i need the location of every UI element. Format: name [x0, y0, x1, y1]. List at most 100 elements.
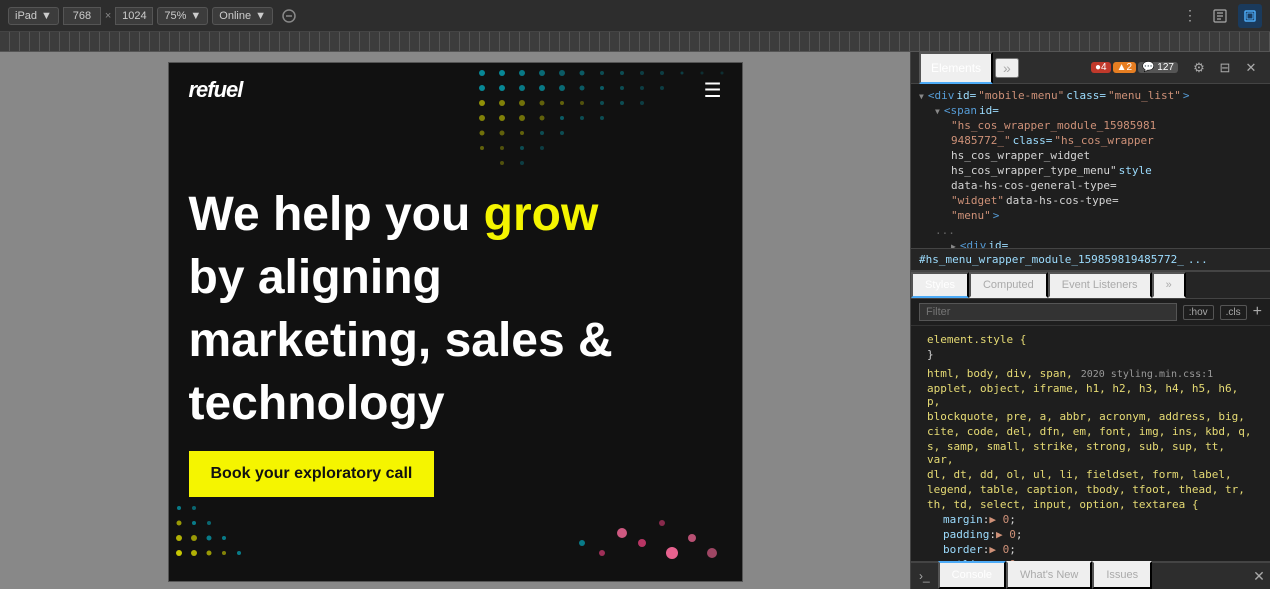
tab-computed[interactable]: Computed [969, 272, 1048, 298]
dom-attr-val: "mobile-menu" [978, 89, 1064, 102]
site-logo: refuel [189, 77, 243, 103]
breadcrumb-separator: ... [1188, 253, 1208, 266]
dom-menu-val: "menu" [951, 209, 991, 222]
device-frame: refuel ☰ We help you grow by aligning ma… [168, 62, 743, 582]
dom-line-1[interactable]: <div id="mobile-menu" class="menu_list" … [911, 88, 1270, 103]
expand-arrow[interactable] [935, 107, 940, 117]
dock-side-button[interactable]: ⊟ [1214, 57, 1236, 79]
styles-filter-row: :hov .cls + [911, 299, 1270, 326]
no-throttle-icon[interactable] [277, 4, 301, 28]
heading-text-4: technology [189, 377, 445, 430]
width-input[interactable] [63, 7, 101, 25]
dom-tag-close: > [1183, 89, 1190, 102]
dom-attr-val-id: "hs_cos_wrapper_module_15985981 [951, 119, 1156, 132]
devtools-tab-bar: Elements » ●4 ▲2 💬 127 ⚙ ⊟ ✕ [911, 52, 1270, 84]
dom-close-bracket: > [993, 209, 1000, 222]
heading-text-2: by aligning [189, 251, 442, 304]
chevron-down-icon: ▼ [41, 10, 52, 22]
preview-panel: refuel ☰ We help you grow by aligning ma… [0, 52, 910, 589]
dom-class-cont2: hs_cos_wrapper_type_menu" [951, 164, 1117, 177]
dom-class-attr: class= [1013, 134, 1053, 147]
settings-icon-button[interactable]: ⚙ [1188, 57, 1210, 79]
dom-line-6[interactable]: hs_cos_wrapper_type_menu" style [911, 163, 1270, 178]
reset-selector-5: s, samp, small, strike, strong, sub, sup… [927, 440, 1254, 466]
tab-styles[interactable]: Styles [911, 272, 969, 298]
style-line-selector-element: element.style { [919, 332, 1262, 347]
dom-line-9[interactable]: "menu"> [911, 208, 1270, 223]
val-border: ▶ 0 [989, 543, 1009, 556]
colon-2: : [989, 528, 996, 541]
expand-arrow[interactable] [919, 92, 924, 102]
heading-text-3: marketing, sales & [189, 314, 613, 367]
hero-section: refuel ☰ We help you grow by aligning ma… [169, 63, 742, 582]
more-tabs-button[interactable]: » [995, 58, 1019, 78]
add-style-button[interactable]: + [1253, 303, 1262, 321]
toolbar-right: ⋮ [1178, 4, 1262, 28]
dom-tag: <div [928, 89, 955, 102]
style-line-reset5: s, samp, small, strike, strong, sub, sup… [919, 439, 1262, 467]
tab-console[interactable]: Console [938, 561, 1006, 589]
hamburger-menu[interactable]: ☰ [704, 78, 722, 103]
device-selector[interactable]: iPad ▼ [8, 7, 59, 25]
dom-attr2: class= [1066, 89, 1106, 102]
reset-selector-text: html, body, div, span, [927, 367, 1073, 380]
dom-attr-val2: "menu_list" [1108, 89, 1181, 102]
devtools-bottom-bar: ›_ Console What's New Issues ✕ [911, 561, 1270, 589]
style-source-link[interactable]: 2020 styling.min.css:1 [1081, 369, 1213, 380]
breadcrumb-selector[interactable]: #hs_menu_wrapper_module_159859819485772_ [919, 253, 1184, 266]
dom-widget-val: "widget" [951, 194, 1004, 207]
dom-line-2[interactable]: <span id= [911, 103, 1270, 118]
dom-line-5[interactable]: hs_cos_wrapper_widget [911, 148, 1270, 163]
more-options-button[interactable]: ⋮ [1178, 4, 1202, 28]
heading-highlight: grow [484, 188, 599, 241]
error-badge: ●4 [1091, 62, 1111, 73]
prop-padding: padding [943, 528, 989, 541]
style-prop-margin: margin : ▶ 0 ; [919, 512, 1262, 527]
device-label: iPad [15, 10, 37, 22]
tab-elements[interactable]: Elements [919, 52, 993, 84]
close-devtools-button[interactable]: ✕ [1240, 57, 1262, 79]
inspect-element-button[interactable] [1208, 4, 1232, 28]
dom-line-11[interactable]: <div id= [911, 238, 1270, 248]
tab-event-listeners[interactable]: Event Listeners [1048, 272, 1152, 298]
warning-badge: ▲2 [1113, 62, 1136, 73]
zoom-selector[interactable]: 75% ▼ [157, 7, 208, 25]
dom-div-tag: <div [960, 239, 987, 248]
dom-line-7[interactable]: data-hs-cos-general-type= [911, 178, 1270, 193]
ruler-bar [0, 32, 1270, 52]
semi-3: ; [1009, 543, 1016, 556]
styles-tab-bar: Styles Computed Event Listeners » [911, 272, 1270, 299]
styles-filter-input[interactable] [919, 303, 1177, 321]
reset-selector-6: dl, dt, dd, ol, ul, li, fieldset, form, … [927, 468, 1232, 481]
style-line-reset8: th, td, select, input, option, textarea … [919, 497, 1262, 512]
tab-issues[interactable]: Issues [1092, 561, 1152, 589]
reset-selector-2: applet, object, iframe, h1, h2, h3, h4, … [927, 382, 1254, 408]
devtools-header-icons: ⚙ ⊟ ✕ [1188, 57, 1262, 79]
devtools-toolbar: iPad ▼ × 75% ▼ Online ▼ ⋮ [0, 0, 1270, 32]
style-line-reset6: dl, dt, dd, ol, ul, li, fieldset, form, … [919, 467, 1262, 482]
height-input[interactable] [115, 7, 153, 25]
hov-pseudo-button[interactable]: :hov [1183, 305, 1214, 320]
error-badge-group: ●4 ▲2 💬 127 [1091, 62, 1178, 73]
dom-tree[interactable]: <div id="mobile-menu" class="menu_list" … [911, 84, 1270, 248]
close-bottom-bar-button[interactable]: ✕ [1248, 565, 1270, 587]
dom-line-10[interactable]: ... [911, 223, 1270, 238]
dom-line-4[interactable]: 9485772_" class="hs_cos_wrapper [911, 133, 1270, 148]
network-selector[interactable]: Online ▼ [212, 7, 273, 25]
tab-whats-new[interactable]: What's New [1006, 561, 1092, 589]
hero-heading-4: technology [189, 378, 722, 431]
styles-content: element.style { } html, body, div, span,… [911, 326, 1270, 561]
device-mode-button[interactable] [1238, 4, 1262, 28]
dom-attr-val-class: "hs_cos_wrapper [1054, 134, 1153, 147]
style-prop-padding: padding : ▶ 0 ; [919, 527, 1262, 542]
style-block-reset: html, body, div, span, 2020 styling.min.… [911, 364, 1270, 561]
tab-more-styles[interactable]: » [1152, 272, 1186, 298]
cls-pseudo-button[interactable]: .cls [1220, 305, 1247, 320]
dom-line-8[interactable]: "widget" data-hs-cos-type= [911, 193, 1270, 208]
message-badge: 💬 127 [1138, 62, 1178, 73]
cta-button[interactable]: Book your exploratory call [189, 451, 435, 497]
dom-line-3[interactable]: "hs_cos_wrapper_module_15985981 [911, 118, 1270, 133]
styles-panel: Styles Computed Event Listeners » :hov .… [911, 271, 1270, 561]
prop-margin: margin [943, 513, 983, 526]
console-prompt-icon[interactable]: ›_ [911, 565, 938, 587]
